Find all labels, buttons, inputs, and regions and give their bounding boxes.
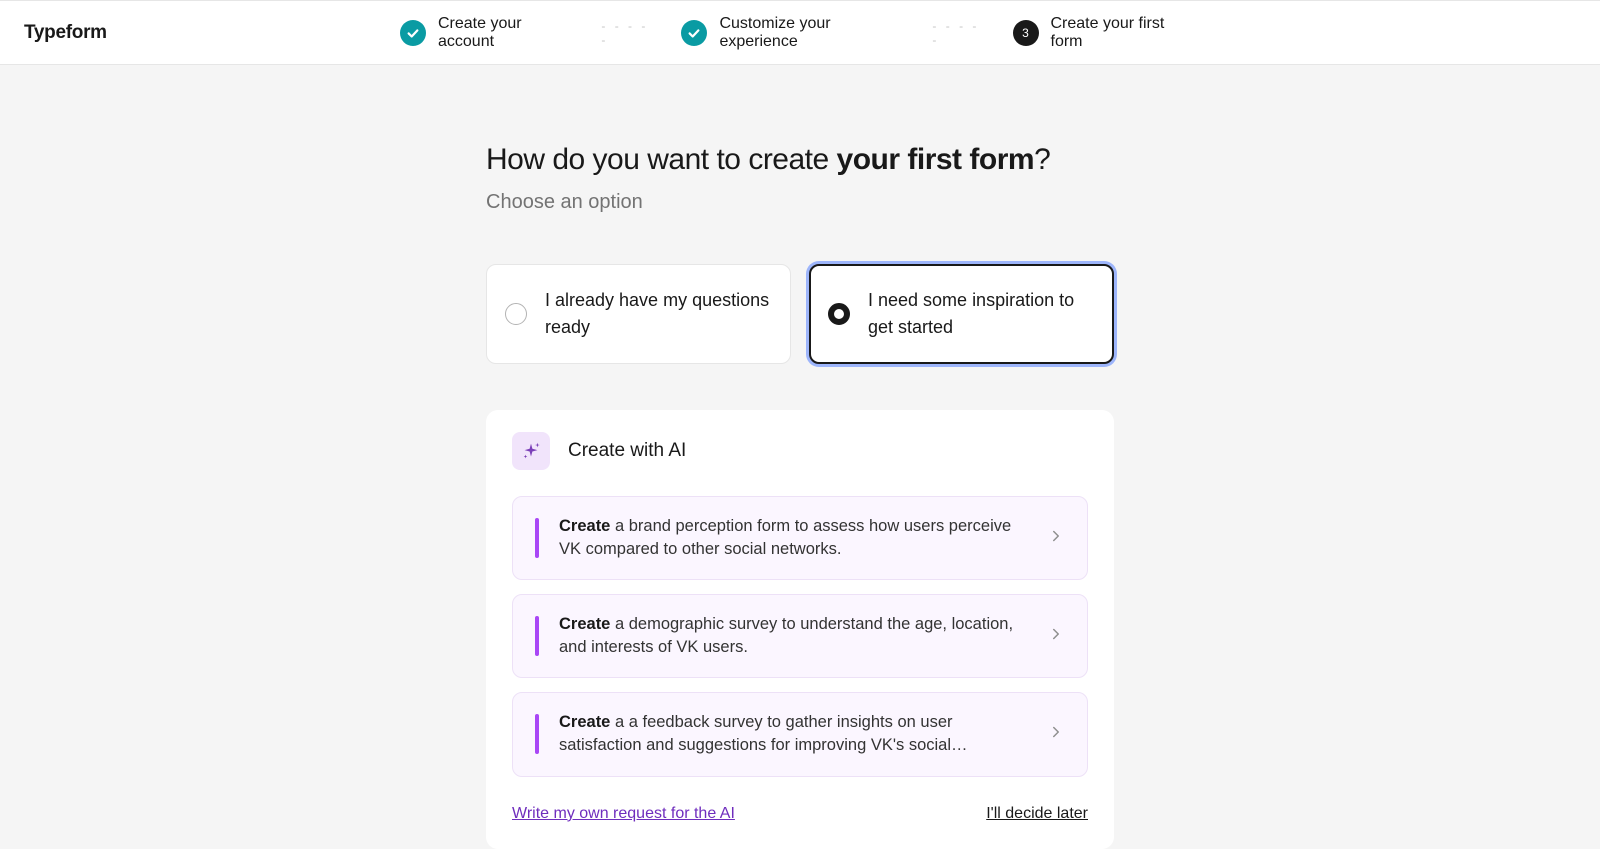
title-suffix: ? — [1034, 143, 1050, 176]
option-questions-ready[interactable]: I already have my questions ready — [486, 264, 791, 364]
suggestion-body: a brand perception form to assess how us… — [559, 517, 1011, 558]
suggestion-body: a a feedback survey to gather insights o… — [559, 713, 968, 754]
ai-title: Create with AI — [568, 440, 686, 462]
content-container: How do you want to create your first for… — [486, 143, 1114, 849]
ai-suggestion-2[interactable]: Create a demographic survey to understan… — [512, 594, 1088, 678]
option-label: I need some inspiration to get started — [868, 287, 1093, 341]
step-label: Create your first form — [1051, 15, 1201, 51]
step-divider: - - - - - — [932, 19, 992, 47]
option-need-inspiration[interactable]: I need some inspiration to get started — [809, 264, 1114, 364]
sparkle-icon — [512, 432, 550, 470]
radio-icon — [828, 303, 850, 325]
title-strong: your first form — [837, 143, 1035, 176]
step-divider: - - - - - — [601, 19, 661, 47]
logo: Typeform — [24, 22, 107, 44]
radio-icon — [505, 303, 527, 325]
ai-footer: Write my own request for the AI I'll dec… — [512, 805, 1088, 823]
chevron-right-icon — [1047, 527, 1065, 550]
suggestion-text: Create a a feedback survey to gather ins… — [559, 711, 1027, 757]
suggestion-text: Create a brand perception form to assess… — [559, 515, 1027, 561]
option-group: I already have my questions ready I need… — [486, 264, 1114, 364]
suggestion-prefix: Create — [559, 615, 610, 633]
check-icon — [681, 20, 707, 46]
suggestion-prefix: Create — [559, 517, 610, 535]
decide-later-link[interactable]: I'll decide later — [986, 805, 1088, 823]
accent-bar — [535, 714, 539, 754]
step-number-icon: 3 — [1013, 20, 1039, 46]
ai-panel: Create with AI Create a brand perception… — [486, 410, 1114, 849]
ai-header: Create with AI — [512, 432, 1088, 470]
step-2: Customize your experience — [681, 15, 912, 51]
progress-stepper: Create your account - - - - - Customize … — [400, 15, 1200, 51]
chevron-right-icon — [1047, 625, 1065, 648]
ai-suggestion-1[interactable]: Create a brand perception form to assess… — [512, 496, 1088, 580]
option-label: I already have my questions ready — [545, 287, 770, 341]
step-3: 3 Create your first form — [1013, 15, 1201, 51]
page-subtitle: Choose an option — [486, 191, 1114, 214]
suggestion-body: a demographic survey to understand the a… — [559, 615, 1013, 656]
accent-bar — [535, 616, 539, 656]
main-content: How do you want to create your first for… — [0, 65, 1600, 849]
suggestion-text: Create a demographic survey to understan… — [559, 613, 1027, 659]
write-own-request-link[interactable]: Write my own request for the AI — [512, 805, 735, 823]
title-prefix: How do you want to create — [486, 143, 837, 176]
accent-bar — [535, 518, 539, 558]
page-title: How do you want to create your first for… — [486, 143, 1114, 177]
ai-suggestion-3[interactable]: Create a a feedback survey to gather ins… — [512, 692, 1088, 776]
step-1: Create your account — [400, 15, 581, 51]
header: Typeform Create your account - - - - - C… — [0, 0, 1600, 65]
check-icon — [400, 20, 426, 46]
chevron-right-icon — [1047, 723, 1065, 746]
step-label: Create your account — [438, 15, 581, 51]
step-label: Customize your experience — [719, 15, 912, 51]
suggestion-prefix: Create — [559, 713, 610, 731]
